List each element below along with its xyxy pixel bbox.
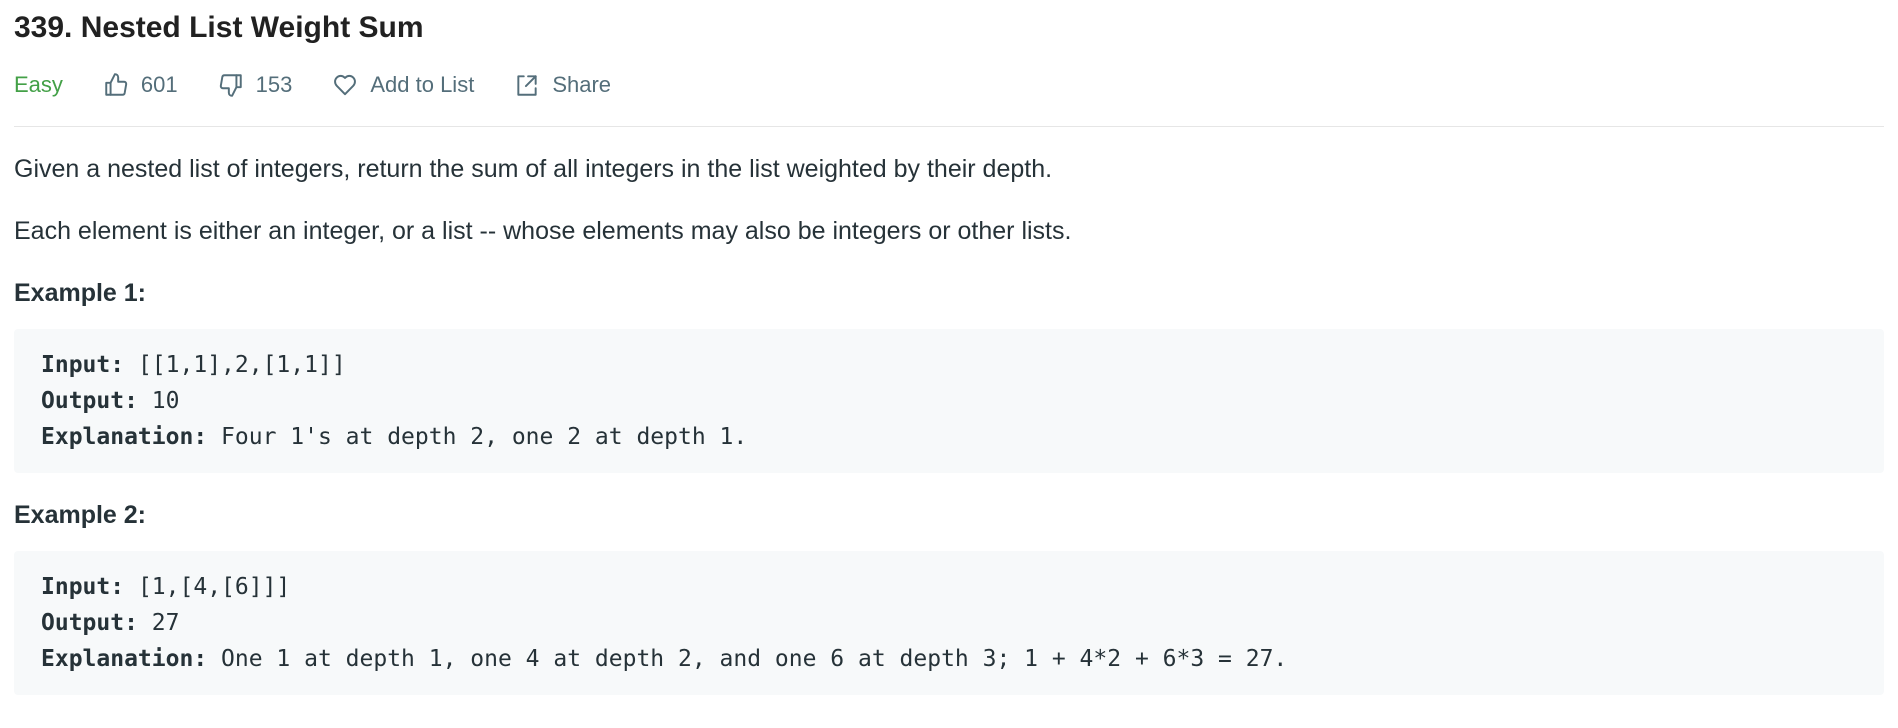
- input-value: [[1,1],2,[1,1]]: [137, 352, 346, 378]
- example-explanation-line: Explanation: One 1 at depth 1, one 4 at …: [41, 641, 1857, 677]
- description-paragraph: Each element is either an integer, or a …: [14, 217, 1072, 245]
- like-count: 601: [140, 72, 178, 97]
- heart-icon: [332, 72, 358, 98]
- share-button[interactable]: Share: [514, 72, 611, 98]
- example-code-block: Input: [1,[4,[6]]] Output: 27 Explanatio…: [14, 551, 1884, 695]
- like-button[interactable]: 601: [103, 72, 178, 98]
- explanation-value: Four 1's at depth 2, one 2 at depth 1.: [221, 424, 748, 450]
- difficulty-badge: Easy: [14, 72, 63, 97]
- dislike-button[interactable]: 153: [218, 72, 293, 98]
- dislike-count: 153: [255, 72, 293, 97]
- description-paragraph: Given a nested list of integers, return …: [14, 155, 1053, 183]
- divider: [14, 126, 1884, 127]
- share-icon: [514, 72, 540, 98]
- output-label: Output:: [41, 388, 138, 414]
- problem-meta-bar: Easy 601 153 Add to List Share: [14, 68, 1884, 102]
- input-label: Input:: [41, 352, 125, 378]
- example-code-block: Input: [[1,1],2,[1,1]] Output: 10 Explan…: [14, 329, 1884, 473]
- example-input-line: Input: [1,[4,[6]]]: [41, 569, 1857, 605]
- explanation-label: Explanation:: [41, 424, 208, 450]
- thumbs-up-icon: [103, 72, 129, 98]
- explanation-value: One 1 at depth 1, one 4 at depth 2, and …: [221, 646, 1288, 672]
- problem-title: 339. Nested List Weight Sum: [14, 11, 424, 44]
- example-title: Example 1:: [14, 279, 147, 307]
- output-label: Output:: [41, 610, 138, 636]
- example-title: Example 2:: [14, 501, 147, 529]
- problem-page: 339. Nested List Weight Sum Easy 601 153: [0, 0, 1898, 728]
- example-input-line: Input: [[1,1],2,[1,1]]: [41, 347, 1857, 383]
- output-value: 27: [151, 610, 180, 636]
- input-value: [1,[4,[6]]]: [137, 574, 291, 600]
- add-to-list-label: Add to List: [370, 72, 475, 97]
- add-to-list-button[interactable]: Add to List: [332, 72, 474, 98]
- share-label: Share: [552, 72, 612, 97]
- output-value: 10: [151, 388, 180, 414]
- example-output-line: Output: 10: [41, 383, 1857, 419]
- explanation-label: Explanation:: [41, 646, 208, 672]
- thumbs-down-icon: [218, 72, 244, 98]
- example-explanation-line: Explanation: Four 1's at depth 2, one 2 …: [41, 419, 1857, 455]
- input-label: Input:: [41, 574, 125, 600]
- example-output-line: Output: 27: [41, 605, 1857, 641]
